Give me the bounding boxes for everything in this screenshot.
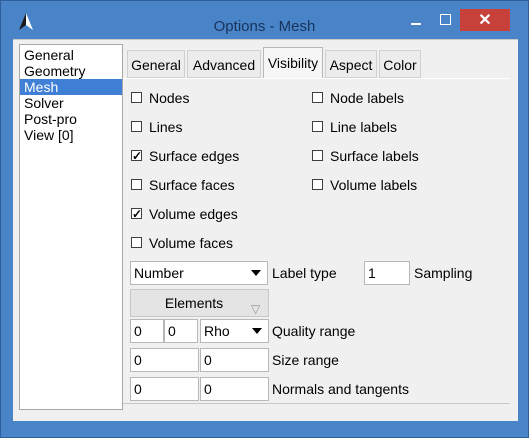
- sidebar-item-mesh[interactable]: Mesh: [20, 79, 122, 95]
- label-type-select[interactable]: Number: [130, 261, 268, 285]
- surface-labels-checkbox[interactable]: Surface labels: [312, 147, 419, 165]
- surface-edges-checkbox[interactable]: Surface edges: [131, 147, 239, 165]
- quality-measure-select[interactable]: Rho: [200, 319, 269, 343]
- close-button[interactable]: ✕: [460, 9, 510, 31]
- sidebar-item-solver[interactable]: Solver: [20, 95, 122, 111]
- visibility-panel: Nodes Lines Surface edges Surface faces …: [123, 78, 510, 404]
- checkbox-box: [312, 92, 323, 103]
- tangents-input[interactable]: 0: [200, 377, 269, 401]
- label-type-label: Label type: [272, 265, 337, 281]
- surface-faces-checkbox[interactable]: Surface faces: [131, 176, 235, 194]
- elements-button[interactable]: Elements ▽: [130, 289, 269, 317]
- nodes-checkbox[interactable]: Nodes: [131, 89, 189, 107]
- volume-labels-checkbox[interactable]: Volume labels: [312, 176, 417, 194]
- dialog-body: General Geometry Mesh Solver Post-pro Vi…: [13, 39, 518, 421]
- checkbox-label: Surface edges: [149, 148, 240, 164]
- checkbox-label: Lines: [149, 119, 183, 135]
- checkbox-box: [312, 179, 323, 190]
- lines-checkbox[interactable]: Lines: [131, 118, 182, 136]
- checkbox-label: Volume faces: [149, 235, 234, 251]
- sampling-label: Sampling: [414, 265, 473, 281]
- category-list[interactable]: General Geometry Mesh Solver Post-pro Vi…: [19, 44, 123, 410]
- sidebar-item-geometry[interactable]: Geometry: [20, 63, 122, 79]
- checkbox-box: [131, 179, 142, 190]
- sidebar-item-general[interactable]: General: [20, 47, 122, 63]
- quality-measure-value: Rho: [204, 323, 230, 339]
- checkbox-label: Nodes: [149, 90, 190, 106]
- checkbox-box: [131, 205, 142, 223]
- quality-max-input[interactable]: 0: [164, 319, 198, 343]
- tab-advanced[interactable]: Advanced: [187, 50, 261, 78]
- normals-input[interactable]: 0: [130, 377, 199, 401]
- size-min-input[interactable]: 0: [130, 348, 199, 372]
- maximize-button[interactable]: [431, 9, 459, 31]
- checkbox-box: [131, 147, 142, 165]
- volume-faces-checkbox[interactable]: Volume faces: [131, 234, 233, 252]
- checkbox-box: [131, 237, 142, 248]
- normals-tangents-label: Normals and tangents: [272, 381, 409, 397]
- tab-general[interactable]: General: [127, 50, 185, 78]
- sampling-input[interactable]: 1: [364, 261, 410, 285]
- size-range-label: Size range: [272, 352, 339, 368]
- tab-aspect[interactable]: Aspect: [325, 50, 377, 78]
- line-labels-checkbox[interactable]: Line labels: [312, 118, 397, 136]
- close-icon: ✕: [478, 12, 492, 29]
- chevron-down-icon: [248, 263, 264, 283]
- checkbox-label: Surface labels: [330, 148, 419, 164]
- node-labels-checkbox[interactable]: Node labels: [312, 89, 404, 107]
- size-max-input[interactable]: 0: [200, 348, 269, 372]
- tab-color[interactable]: Color: [379, 50, 421, 78]
- chevron-down-icon: [249, 321, 265, 341]
- checkbox-box: [131, 121, 142, 132]
- sidebar-item-view-0[interactable]: View [0]: [20, 127, 122, 143]
- tab-visibility[interactable]: Visibility: [263, 47, 323, 79]
- checkbox-label: Surface faces: [149, 177, 235, 193]
- checkbox-box: [312, 150, 323, 161]
- title-bar[interactable]: Options - Mesh ✕: [1, 1, 528, 37]
- options-window: Options - Mesh ✕ General Geometry Mesh S…: [0, 0, 529, 438]
- minimize-button[interactable]: [402, 9, 430, 31]
- label-type-value: Number: [134, 265, 184, 281]
- quality-range-label: Quality range: [272, 323, 356, 339]
- elements-button-label: Elements: [164, 295, 224, 311]
- checkbox-label: Line labels: [330, 119, 397, 135]
- checkbox-box: [131, 92, 142, 103]
- quality-min-input[interactable]: 0: [130, 319, 164, 343]
- checkbox-box: [312, 121, 323, 132]
- sidebar-item-post-pro[interactable]: Post-pro: [20, 111, 122, 127]
- checkbox-label: Volume edges: [149, 206, 238, 222]
- volume-edges-checkbox[interactable]: Volume edges: [131, 205, 238, 223]
- checkbox-label: Volume labels: [330, 177, 418, 193]
- checkbox-label: Node labels: [330, 90, 404, 106]
